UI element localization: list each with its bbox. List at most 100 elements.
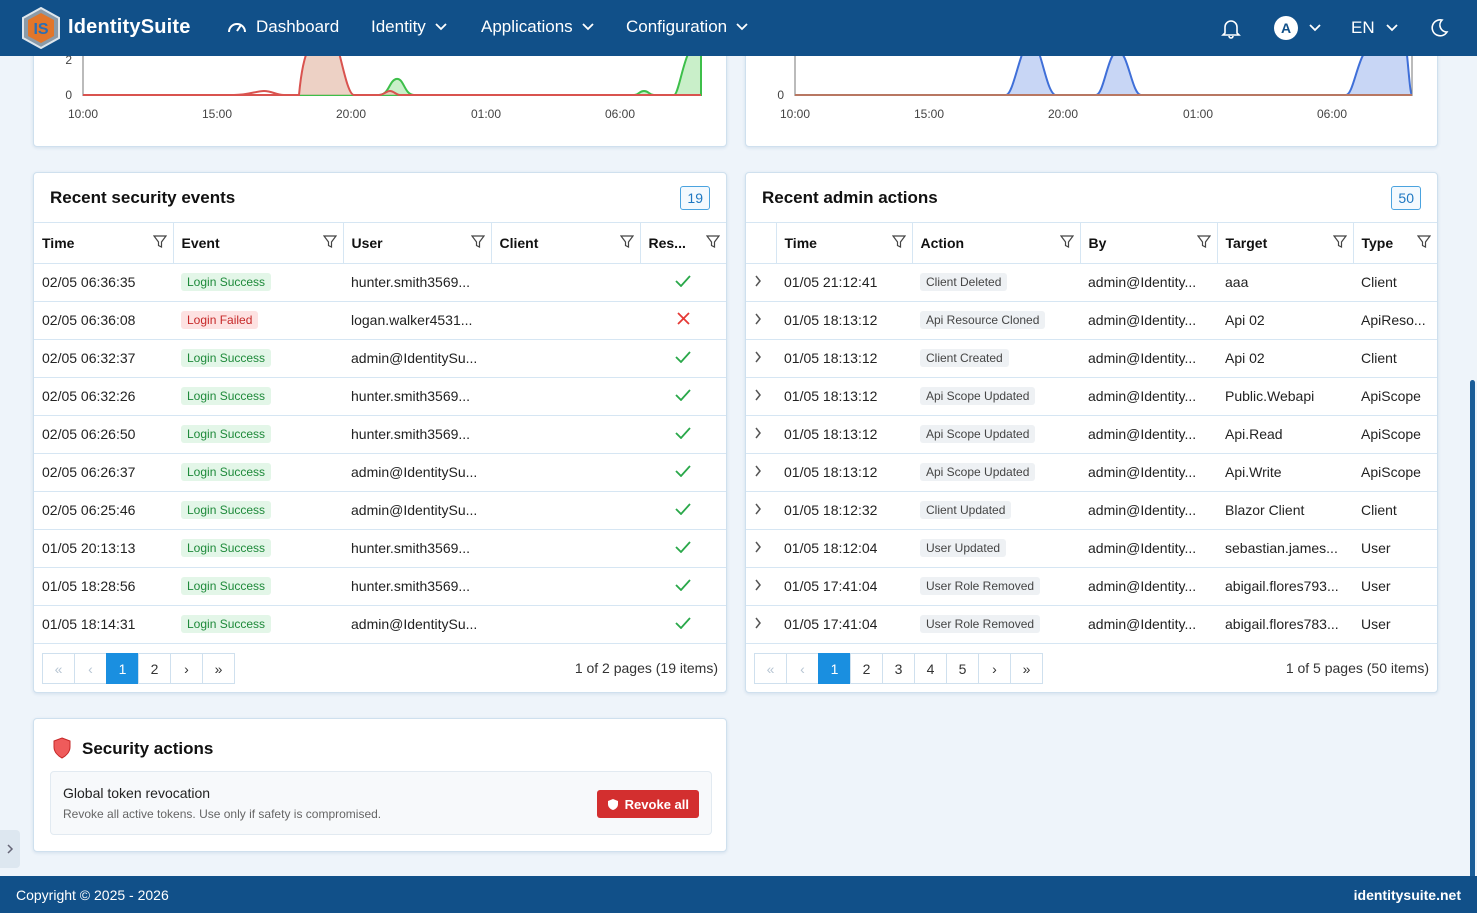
type-cell: User: [1353, 529, 1437, 568]
table-row[interactable]: 02/05 06:26:50 Login Success hunter.smith3…: [34, 415, 726, 454]
type-cell: ApiReso...: [1353, 301, 1437, 340]
user-cell: hunter.smith3569...: [343, 263, 491, 302]
table-row[interactable]: 02/05 06:25:46 Login Success admin@Identit…: [34, 491, 726, 530]
brand-name[interactable]: IdentitySuite: [68, 16, 191, 39]
expand-row-button[interactable]: [746, 453, 776, 492]
page-button[interactable]: 1: [818, 653, 851, 684]
table-row[interactable]: 01/05 18:14:31 Login Success admin@Identit…: [34, 605, 726, 644]
card-title: Recent security events: [50, 187, 236, 207]
client-cell: [491, 529, 640, 568]
filter-icon[interactable]: [470, 235, 485, 249]
page-button[interactable]: 4: [914, 653, 947, 684]
x-tick: 20:00: [336, 107, 366, 121]
language-selector[interactable]: EN: [1351, 0, 1399, 56]
last-page-button[interactable]: »: [1010, 653, 1043, 684]
first-page-button[interactable]: «: [42, 653, 75, 684]
chevron-right-icon: [755, 579, 761, 591]
expand-row-button[interactable]: [746, 567, 776, 606]
table-row[interactable]: 01/05 18:13:12 Api Resource Cloned admin@I…: [746, 301, 1437, 340]
table-row[interactable]: 02/05 06:32:26 Login Success hunter.smith3…: [34, 377, 726, 416]
expand-row-button[interactable]: [746, 491, 776, 530]
table-row[interactable]: 02/05 06:26:37 Login Success admin@Identit…: [34, 453, 726, 492]
revoke-all-button[interactable]: Revoke all: [596, 790, 699, 818]
column-header[interactable]: Time: [34, 223, 174, 264]
filter-icon[interactable]: [706, 235, 720, 249]
type-cell: Client: [1353, 263, 1437, 302]
filter-icon[interactable]: [1196, 235, 1211, 249]
notifications-button[interactable]: [1220, 0, 1242, 56]
nav-dashboard[interactable]: Dashboard: [226, 17, 339, 37]
token-revocation-box: Global token revocation Revoke all activ…: [50, 771, 712, 835]
theme-toggle[interactable]: [1428, 0, 1450, 56]
page-button[interactable]: 2: [850, 653, 883, 684]
table-row[interactable]: 01/05 17:41:04 User Role Removed admin@Ide…: [746, 567, 1437, 606]
table-row[interactable]: 02/05 06:36:35 Login Success hunter.smith3…: [34, 263, 726, 302]
filter-icon[interactable]: [152, 235, 167, 249]
last-page-button[interactable]: »: [202, 653, 235, 684]
site-link[interactable]: identitysuite.net: [1354, 887, 1461, 903]
nav-configuration[interactable]: Configuration: [626, 17, 749, 37]
nav-applications[interactable]: Applications: [481, 17, 595, 37]
table-row[interactable]: 01/05 18:13:12 Api Scope Updated admin@Ide…: [746, 453, 1437, 492]
user-menu[interactable]: A: [1274, 0, 1322, 56]
target-cell: abigail.flores793...: [1217, 567, 1353, 606]
filter-icon[interactable]: [1417, 235, 1431, 249]
filter-icon[interactable]: [1332, 235, 1347, 249]
table-row[interactable]: 01/05 18:13:12 Api Scope Updated admin@Ide…: [746, 377, 1437, 416]
next-page-button[interactable]: ›: [170, 653, 203, 684]
action-cell: User Updated: [912, 529, 1080, 568]
sidebar-toggle[interactable]: [0, 830, 20, 868]
expand-row-button[interactable]: [746, 301, 776, 340]
page-button[interactable]: 2: [138, 653, 171, 684]
x-tick: 15:00: [202, 107, 232, 121]
expand-row-button[interactable]: [746, 377, 776, 416]
scrollbar[interactable]: [1470, 380, 1475, 880]
expand-row-button[interactable]: [746, 415, 776, 454]
filter-icon[interactable]: [322, 235, 337, 249]
prev-page-button[interactable]: ‹: [74, 653, 107, 684]
column-header[interactable]: User: [343, 223, 492, 264]
column-header[interactable]: Time: [776, 223, 913, 264]
client-cell: [491, 377, 640, 416]
filter-icon[interactable]: [1059, 235, 1074, 249]
table-row[interactable]: 01/05 21:12:41 Client Deleted admin@Identi…: [746, 263, 1437, 302]
filter-icon[interactable]: [619, 235, 634, 249]
table-row[interactable]: 01/05 18:12:32 Client Updated admin@Identi…: [746, 491, 1437, 530]
page-button[interactable]: 5: [946, 653, 979, 684]
expand-row-button[interactable]: [746, 263, 776, 302]
expand-row-button[interactable]: [746, 339, 776, 378]
expand-row-button[interactable]: [746, 605, 776, 644]
table-row[interactable]: 01/05 18:13:12 Client Created admin@Identi…: [746, 339, 1437, 378]
column-header[interactable]: Target: [1217, 223, 1354, 264]
table-row[interactable]: 01/05 18:13:12 Api Scope Updated admin@Ide…: [746, 415, 1437, 454]
right-area-chart: 0 10:00 15:00 20:00 01:00 06:00: [777, 41, 1413, 121]
nav-identity[interactable]: Identity: [371, 17, 448, 37]
result-cell: [640, 377, 726, 416]
security-events-table: Time Event User Client Res... 02/05 06:36:35…: [34, 223, 726, 644]
table-row[interactable]: 01/05 20:13:13 Login Success hunter.smith3…: [34, 529, 726, 568]
column-header[interactable]: Type: [1353, 223, 1437, 264]
table-row[interactable]: 01/05 18:28:56 Login Success hunter.smith3…: [34, 567, 726, 606]
chevron-down-icon: [736, 23, 748, 31]
column-header[interactable]: Client: [491, 223, 641, 264]
first-page-button[interactable]: «: [754, 653, 787, 684]
expand-row-button[interactable]: [746, 529, 776, 568]
table-row[interactable]: 02/05 06:32:37 Login Success admin@Identit…: [34, 339, 726, 378]
next-page-button[interactable]: ›: [978, 653, 1011, 684]
table-row[interactable]: 02/05 06:36:08 Login Failed logan.walker45…: [34, 301, 726, 340]
table-row[interactable]: 01/05 18:12:04 User Updated admin@Identity…: [746, 529, 1437, 568]
column-header[interactable]: By: [1080, 223, 1218, 264]
table-row[interactable]: 01/05 17:41:04 User Role Removed admin@Ide…: [746, 605, 1437, 644]
identitysuite-logo[interactable]: IS: [21, 7, 61, 49]
event-badge: Login Success: [181, 615, 272, 633]
column-header[interactable]: Res...: [640, 223, 726, 264]
column-header[interactable]: Event: [173, 223, 344, 264]
column-header[interactable]: Action: [912, 223, 1081, 264]
top-navbar: IS IdentitySuite Dashboard Identity Appl…: [0, 0, 1477, 56]
token-revocation-title: Global token revocation: [63, 785, 211, 801]
check-icon: [675, 351, 691, 364]
page-button[interactable]: 3: [882, 653, 915, 684]
page-button[interactable]: 1: [106, 653, 139, 684]
filter-icon[interactable]: [891, 235, 906, 249]
prev-page-button[interactable]: ‹: [786, 653, 819, 684]
